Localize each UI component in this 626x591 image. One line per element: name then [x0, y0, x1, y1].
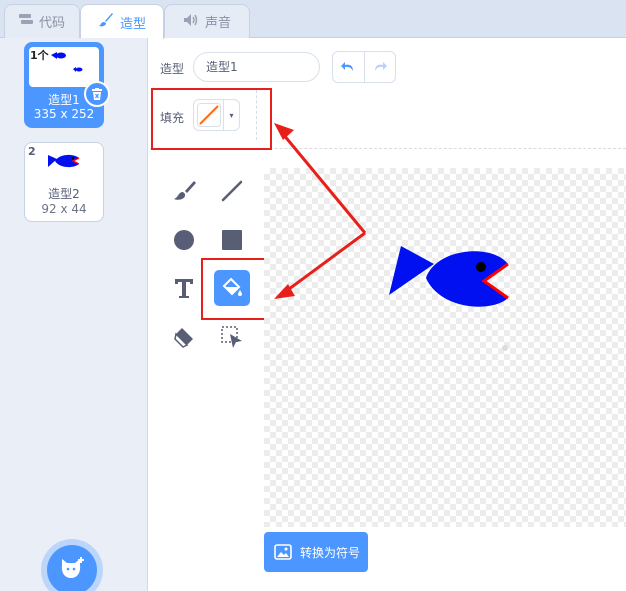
fish-tail — [389, 246, 434, 295]
text-icon — [175, 279, 193, 298]
undo-button[interactable] — [333, 52, 364, 82]
annotation-box-fill — [151, 88, 272, 150]
tab-costume-label: 造型 — [119, 16, 146, 32]
costume-number: 2 — [28, 145, 36, 158]
paint-canvas[interactable] — [264, 168, 626, 527]
select-tool[interactable] — [214, 319, 250, 355]
costume-size: 92 x 44 — [41, 202, 87, 216]
brush-icon — [98, 12, 114, 32]
rectangle-icon — [222, 230, 242, 250]
line-icon — [221, 180, 243, 202]
costume-list: 1个 造型1 335 x 252 2 造型2 92 x 44 — [0, 38, 148, 591]
annotation-box-fill-tool — [201, 258, 273, 320]
tab-costume[interactable]: 造型 — [80, 4, 164, 39]
add-costume-button[interactable] — [47, 545, 97, 591]
tab-sound[interactable]: 声音 — [164, 4, 250, 38]
canvas-center-dot — [502, 345, 508, 351]
costume-name: 造型2 — [48, 187, 80, 201]
tab-code[interactable]: 代码 — [4, 4, 80, 38]
speaker-icon — [183, 13, 199, 31]
costume-name-label: 造型 — [160, 62, 185, 76]
convert-label: 转换为符号 — [300, 545, 361, 560]
line-tool[interactable] — [214, 173, 250, 209]
undo-redo-group — [332, 51, 396, 83]
circle-tool[interactable] — [166, 222, 202, 258]
text-tool[interactable] — [166, 270, 202, 306]
fish-eye — [476, 262, 486, 272]
tab-code-label: 代码 — [38, 16, 65, 31]
brush-tool[interactable] — [166, 173, 202, 209]
rectangle-tool[interactable] — [214, 222, 250, 258]
fish-thumbnail — [48, 154, 80, 168]
undo-icon — [341, 62, 354, 71]
trash-icon — [92, 87, 102, 100]
select-icon — [221, 326, 242, 348]
costume-item-2[interactable]: 2 造型2 92 x 44 — [24, 142, 104, 222]
circle-icon — [174, 230, 194, 250]
convert-to-bitmap-button[interactable]: 转换为符号 — [264, 532, 368, 572]
image-icon — [274, 544, 292, 560]
code-blocks-icon — [18, 13, 33, 30]
tab-sound-label: 声音 — [204, 16, 231, 31]
delete-costume-button[interactable] — [84, 81, 110, 107]
brush-icon — [174, 181, 196, 200]
redo-icon — [374, 62, 387, 71]
costume-size: 335 x 252 — [33, 107, 95, 121]
redo-button[interactable] — [363, 52, 396, 82]
costume-thumbnail: 1个 — [29, 47, 99, 87]
eraser-tool[interactable] — [166, 319, 202, 355]
eraser-icon — [174, 328, 193, 348]
fish-body — [426, 251, 508, 307]
fish-drawing — [389, 246, 509, 351]
cat-plus-icon — [61, 557, 84, 578]
tab-bar: 代码 造型 声音 — [0, 0, 626, 39]
costume-name-input[interactable]: 造型1 — [193, 52, 320, 82]
